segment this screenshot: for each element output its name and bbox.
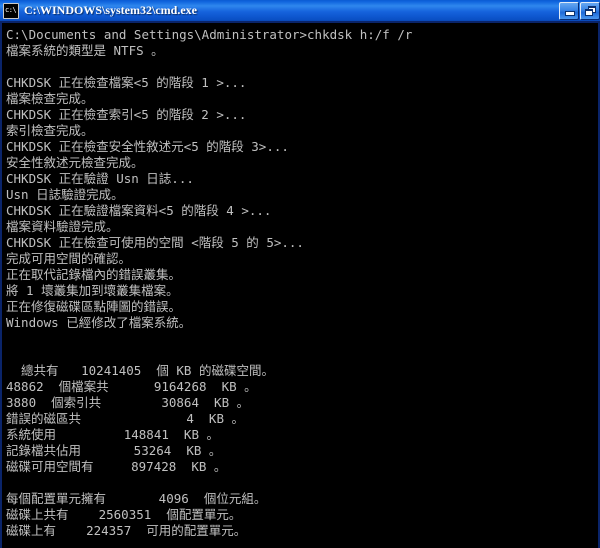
console-line: CHKDSK 正在驗證檔案資料<5 的階段 4 >... — [6, 203, 272, 218]
console-line: Usn 日誌驗證完成。 — [6, 187, 124, 202]
console-line: 檔案系統的類型是 NTFS 。 — [6, 43, 164, 58]
console-line-total-units: 磁碟上共有 2560351 個配置單元。 — [6, 507, 242, 522]
console-line-indexes: 3880 個索引共 30864 KB 。 — [6, 395, 250, 410]
cmd-console-icon[interactable]: c:\ — [3, 2, 19, 19]
console-line-available-space: 磁碟可用空間有 897428 KB 。 — [6, 459, 227, 474]
console-line-files: 48862 個檔案共 9164268 KB 。 — [6, 379, 257, 394]
console-line: Windows 已經修改了檔案系統。 — [6, 315, 192, 330]
minimize-icon — [565, 10, 575, 16]
cmd-window: c:\ C:\WINDOWS\system32\cmd.exe C:\Docum… — [0, 0, 600, 548]
minimize-button[interactable] — [559, 1, 579, 20]
console-line: 將 1 壞叢集加到壞叢集檔案。 — [6, 283, 179, 298]
console-line: 正在取代記錄檔內的錯誤叢集。 — [6, 267, 182, 282]
window-controls — [558, 0, 600, 21]
console-output-area[interactable]: C:\Documents and Settings\Administrator>… — [2, 23, 598, 548]
console-line: 檔案資料驗證完成。 — [6, 219, 119, 234]
console-line-system-use: 系統使用 148841 KB 。 — [6, 427, 220, 442]
console-line-bytes-per-unit: 每個配置單元擁有 4096 個位元組。 — [6, 491, 267, 506]
console-line-total-disk-space: 總共有 10241405 個 KB 的磁碟空間。 — [6, 363, 274, 378]
console-line: CHKDSK 正在檢查安全性敘述元<5 的階段 3>... — [6, 139, 289, 154]
console-line: CHKDSK 正在檢查可使用的空間 <階段 5 的 5>... — [6, 235, 304, 250]
console-line: CHKDSK 正在驗證 Usn 日誌... — [6, 171, 194, 186]
console-line: 檔案檢查完成。 — [6, 91, 94, 106]
restore-icon-front — [585, 8, 593, 16]
window-titlebar[interactable]: c:\ C:\WINDOWS\system32\cmd.exe — [0, 0, 600, 21]
window-title: C:\WINDOWS\system32\cmd.exe — [24, 4, 197, 17]
console-line: CHKDSK 正在檢查索引<5 的階段 2 >... — [6, 107, 247, 122]
console-line: 安全性敘述元檢查完成。 — [6, 155, 144, 170]
console-line-log-file: 記錄檔共佔用 53264 KB 。 — [6, 443, 222, 458]
console-line-available-units: 磁碟上有 224357 可用的配置單元。 — [6, 523, 247, 538]
console-line: CHKDSK 正在檢查檔案<5 的階段 1 >... — [6, 75, 247, 90]
restore-button[interactable] — [580, 1, 600, 20]
console-line: C:\Documents and Settings\Administrator>… — [6, 27, 413, 42]
console-line: 索引檢查完成。 — [6, 123, 94, 138]
console-line: 完成可用空間的確認。 — [6, 251, 132, 266]
cmd-console-icon-glyph: c:\ — [5, 5, 17, 14]
console-line: 正在修復磁碟區點陣圖的錯誤。 — [6, 299, 182, 314]
console-line-bad-sectors: 錯誤的磁區共 4 KB 。 — [6, 411, 245, 426]
